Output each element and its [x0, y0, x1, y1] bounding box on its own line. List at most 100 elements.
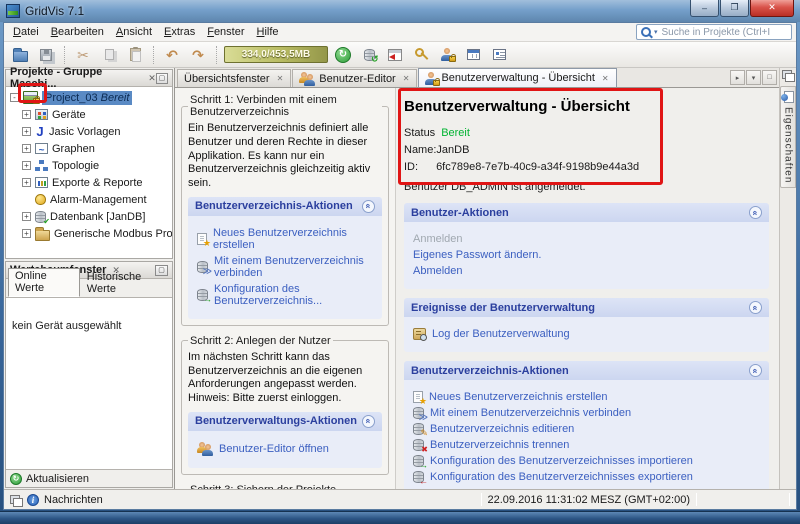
close-icon[interactable]: ✕ [148, 73, 156, 84]
expand-toggle-icon[interactable]: + [22, 161, 31, 170]
tab-uebersichtsfenster[interactable]: Übersichtsfenster ✕ [177, 69, 292, 87]
copy-button[interactable] [98, 44, 120, 66]
collapse-toggle-icon[interactable]: - [10, 93, 19, 102]
tree-item-datenbank[interactable]: + Datenbank [JanDB] [6, 208, 172, 226]
memory-gauge[interactable]: 334,0/453,5MB [224, 46, 328, 63]
value-tree-panel: Wertebaumfenster ✕ ▢ Online Werte Histor… [5, 261, 173, 488]
action-connect-directory[interactable]: Mit einem Benutzerverzeichnis verbinden [197, 255, 373, 279]
window-frame-bottom [0, 511, 800, 524]
right-sidebar: Eigenschaften [779, 68, 796, 489]
menu-ansicht[interactable]: Ansicht [110, 25, 158, 39]
collapse-section-button[interactable]: « [749, 364, 762, 377]
users-icon [299, 71, 316, 86]
tab-benutzer-editor[interactable]: Benutzer-Editor ✕ [292, 69, 418, 87]
collapse-section-button[interactable]: « [749, 206, 762, 219]
info-icon[interactable]: i [27, 493, 39, 506]
user-management-button[interactable] [436, 44, 458, 66]
close-button[interactable]: ✕ [750, 0, 794, 17]
table-view-button[interactable] [462, 44, 484, 66]
disconnect-directory-icon [413, 439, 428, 454]
section-header: Ereignisse der Benutzerverwaltung « [404, 298, 769, 317]
collapse-section-button[interactable]: « [362, 414, 375, 428]
database-recycle-button[interactable] [358, 44, 380, 66]
minimize-button[interactable]: – [690, 0, 719, 17]
close-icon[interactable]: ✕ [602, 74, 609, 83]
action-user-log[interactable]: Log der Benutzerverwaltung [413, 328, 760, 341]
close-icon[interactable]: ✕ [277, 74, 284, 83]
tree-item-jasic-vorlagen[interactable]: + J Jasic Vorlagen [6, 123, 172, 140]
save-all-button[interactable] [35, 44, 57, 66]
window-title: GridVis 7.1 [25, 4, 85, 18]
list-view-button[interactable] [488, 44, 510, 66]
menu-datei[interactable]: Datei [7, 25, 45, 39]
tab-benutzerverwaltung[interactable]: Benutzerverwaltung - Übersicht ✕ [418, 68, 617, 87]
properties-icon [781, 91, 794, 103]
action-change-password[interactable]: Eigenes Passwort ändern. [413, 249, 760, 261]
license-key-button[interactable] [410, 44, 432, 66]
collapse-section-button[interactable]: « [749, 301, 762, 314]
menu-extras[interactable]: Extras [158, 25, 201, 39]
tree-item-graphen[interactable]: + Graphen [6, 140, 172, 157]
messages-label[interactable]: Nachrichten [44, 494, 103, 506]
paste-button[interactable] [124, 44, 146, 66]
redo-button[interactable]: ↷ [187, 44, 209, 66]
expand-toggle-icon[interactable]: + [22, 110, 31, 119]
undo-button[interactable]: ↶ [161, 44, 183, 66]
tab-eigenschaften[interactable]: Eigenschaften [780, 86, 796, 189]
action-create-directory[interactable]: Neues Benutzerverzeichnis erstellen [197, 227, 373, 251]
menu-fenster[interactable]: Fenster [201, 25, 250, 39]
action-open-user-editor[interactable]: Benutzer-Editor öffnen [197, 441, 373, 456]
expand-toggle-icon[interactable]: + [22, 127, 31, 136]
tab-online-werte[interactable]: Online Werte [8, 268, 80, 297]
reports-icon [35, 177, 48, 188]
editor-tab-bar: Übersichtsfenster ✕ Benutzer-Editor ✕ Be… [175, 68, 779, 88]
maximize-button[interactable]: ❐ [720, 0, 749, 17]
panel-minimize-button[interactable]: ▢ [155, 72, 168, 84]
collapse-section-button[interactable]: « [362, 199, 375, 213]
expand-toggle-icon[interactable]: + [22, 229, 31, 238]
action-configure-directory[interactable]: Konfiguration des Benutzerverzeichnis... [197, 283, 373, 307]
action-disconnect-directory[interactable]: Benutzerverzeichnis trennen [413, 439, 760, 454]
paste-icon [129, 47, 141, 62]
action-import-config[interactable]: Konfiguration des Benutzerverzeichnisses… [413, 455, 760, 470]
projects-panel-title-bar[interactable]: Projekte - Gruppe Maschi... ✕ ▢ [6, 66, 172, 90]
tab-maximize-button[interactable]: □ [762, 70, 777, 85]
tree-item-alarm[interactable]: Alarm-Management [6, 191, 172, 208]
export-config-icon [413, 471, 428, 486]
refresh-label[interactable]: Aktualisieren [26, 473, 89, 485]
undo-icon: ↶ [166, 46, 178, 63]
tree-item-topologie[interactable]: + Topologie [6, 157, 172, 174]
app-logo-icon [6, 4, 20, 18]
open-project-button[interactable] [9, 44, 31, 66]
window-list-icon[interactable] [10, 494, 23, 507]
search-input[interactable] [659, 25, 778, 39]
search-box[interactable]: ▾ [636, 24, 792, 40]
action-export-config[interactable]: Konfiguration des Benutzerverzeichnisses… [413, 471, 760, 486]
step1-legend: Schritt 1: Verbinden mit einem Benutzerv… [190, 94, 337, 118]
tab-content: Schritt 1: Verbinden mit einem Benutzerv… [175, 88, 779, 489]
tree-item-exporte[interactable]: + Exporte & Reporte [6, 174, 172, 191]
action-create-directory[interactable]: Neues Benutzerverzeichnis erstellen [413, 391, 760, 406]
cut-button[interactable]: ✂ [72, 44, 94, 66]
search-dropdown-icon[interactable]: ▾ [654, 28, 658, 36]
action-abmelden[interactable]: Abmelden [413, 265, 760, 277]
tree-item-project[interactable]: - Project_03 Bereit [6, 89, 172, 106]
expand-toggle-icon[interactable]: + [22, 178, 31, 187]
action-edit-directory[interactable]: Benutzerverzeichnis editieren [413, 423, 760, 438]
menu-bearbeiten[interactable]: Bearbeiten [45, 25, 110, 39]
action-connect-directory[interactable]: Mit einem Benutzerverzeichnis verbinden [413, 407, 760, 422]
refresh-button[interactable]: ↻ [332, 44, 354, 66]
tab-historische-werte[interactable]: Historische Werte [81, 270, 171, 297]
tab-list-button[interactable]: ▾ [746, 70, 761, 85]
import-window-button[interactable] [384, 44, 406, 66]
expand-toggle-icon[interactable]: + [22, 212, 31, 221]
close-icon[interactable]: ✕ [403, 74, 410, 83]
client-area: Datei Bearbeiten Ansicht Extras Fenster … [3, 22, 797, 510]
tab-scroll-button[interactable]: ▸ [730, 70, 745, 85]
tree-item-modbus[interactable]: + Generische Modbus Profile [6, 225, 172, 242]
toggle-spacer [22, 195, 31, 204]
tree-item-geraete[interactable]: + Geräte [6, 106, 172, 123]
cascade-windows-icon[interactable] [782, 70, 795, 82]
menu-hilfe[interactable]: Hilfe [251, 25, 285, 39]
expand-toggle-icon[interactable]: + [22, 144, 31, 153]
